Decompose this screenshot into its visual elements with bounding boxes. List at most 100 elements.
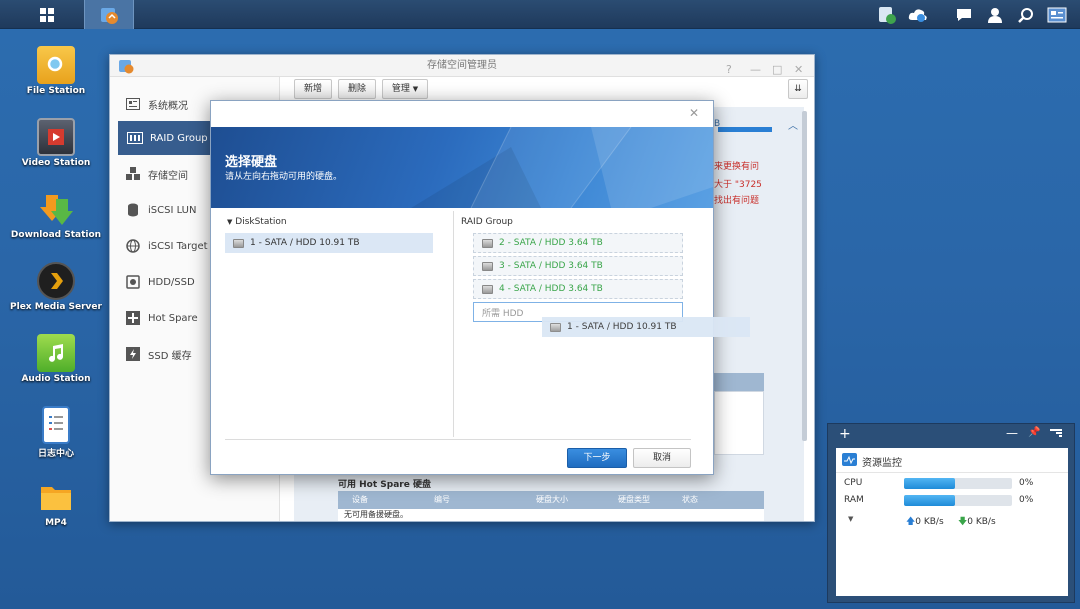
desktop-icon-file-station[interactable]: File Station <box>8 46 104 116</box>
download-arrow-icon <box>37 190 75 228</box>
cloud-sync-button[interactable] <box>907 4 929 26</box>
sidebar-item-label: HDD/SSD <box>148 276 195 288</box>
desktop-icon-plex[interactable]: Plex Media Server <box>8 262 104 332</box>
expand-caret-icon[interactable]: ▼ <box>848 515 853 523</box>
sidebar-item-label: RAID Group <box>150 132 208 144</box>
dialog-header-banner: 选择硬盘 请从左向右拖动可用的硬盘。 <box>211 127 713 208</box>
desktop-icon-log-center[interactable]: 日志中心 <box>8 406 104 476</box>
widgets-icon <box>1047 7 1067 23</box>
globe-icon <box>124 239 142 253</box>
widgets-button[interactable] <box>1046 4 1068 26</box>
pin-icon[interactable]: 📌 <box>1028 427 1040 438</box>
banner-decoration <box>411 127 713 208</box>
cloud-sync-icon <box>908 9 927 22</box>
delete-button[interactable]: 删除 <box>338 79 376 99</box>
desktop-icon-label: MP4 <box>45 518 67 528</box>
manage-label: 管理 <box>391 84 410 94</box>
add-widget-icon[interactable]: + <box>839 426 851 442</box>
capacity-bar <box>718 127 772 132</box>
storage-manager-task-button[interactable] <box>84 0 134 29</box>
collapse-chevron-icon[interactable]: ︿ <box>788 117 798 132</box>
scrollbar[interactable] <box>802 111 807 441</box>
grid-menu-icon <box>40 7 54 22</box>
cancel-button[interactable]: 取消 <box>633 448 691 468</box>
partial-table-header <box>714 373 764 391</box>
backup-status-icon <box>879 7 896 24</box>
diskstation-header[interactable]: ▼ DiskStation <box>227 217 287 227</box>
music-note-icon <box>37 334 75 372</box>
caret-down-icon: ▼ <box>412 85 419 93</box>
desktop-icon-label: Video Station <box>21 158 91 168</box>
diskstation-label: DiskStation <box>235 217 287 227</box>
available-disk-item[interactable]: 1 - SATA / HDD 10.91 TB <box>225 233 433 253</box>
desktop-icon-audio-station[interactable]: Audio Station <box>8 334 104 404</box>
download-value: 0 KB/s <box>967 517 996 527</box>
column-header: 硬盘类型 <box>618 495 650 504</box>
chat-bubble-icon <box>957 9 971 21</box>
desktop-icon-label: Audio Station <box>21 374 91 384</box>
disk-label: 1 - SATA / HDD 10.91 TB <box>567 322 677 332</box>
hdd-icon <box>482 261 493 271</box>
database-icon <box>124 203 142 217</box>
hot-spare-title: 可用 Hot Spare 硬盘 <box>338 480 431 490</box>
warning-note-3: 找出有问题 <box>714 196 760 206</box>
folder-icon <box>37 478 75 516</box>
desktop-icon-download-station[interactable]: Download Station <box>8 190 104 260</box>
upload-value: 0 KB/s <box>915 517 944 527</box>
raid-disk-item[interactable]: 2 - SATA / HDD 3.64 TB <box>473 233 683 253</box>
upload-arrow-icon: 🡅 <box>906 517 916 527</box>
notifications-button[interactable] <box>953 4 975 26</box>
column-header: 设备 <box>352 495 368 504</box>
select-disk-dialog: ✕ 选择硬盘 请从左向右拖动可用的硬盘。 ▼ DiskStation 1 - S… <box>210 100 750 475</box>
video-film-icon <box>37 118 75 156</box>
monitor-title: 资源监控 <box>862 458 902 469</box>
dialog-titlebar[interactable]: ✕ <box>211 101 713 127</box>
dragging-disk-item[interactable]: 1 - SATA / HDD 10.91 TB <box>542 317 750 337</box>
raid-disk-item[interactable]: 3 - SATA / HDD 3.64 TB <box>473 256 683 276</box>
upload-rate: 🡅0 KB/s <box>906 514 944 530</box>
monitor-chart-icon <box>842 453 857 466</box>
raid-disk-item[interactable]: 4 - SATA / HDD 3.64 TB <box>473 279 683 299</box>
sync-status-button[interactable] <box>876 4 898 26</box>
hdd-icon <box>482 284 493 294</box>
window-titlebar[interactable]: 存储空间管理员 ? — □ ✕ <box>110 55 814 77</box>
manage-dropdown-button[interactable]: 管理 ▼ <box>382 79 428 99</box>
desktop-icon-mp4-folder[interactable]: MP4 <box>8 478 104 548</box>
sidebar-item-label: iSCSI Target <box>148 240 208 252</box>
sidebar-item-label: SSD 缓存 <box>148 350 192 362</box>
sidebar-item-label: 存储空间 <box>148 170 188 182</box>
cpu-label: CPU <box>844 478 863 488</box>
desktop-icon-video-station[interactable]: Video Station <box>8 118 104 188</box>
user-button[interactable] <box>984 4 1006 26</box>
add-button[interactable]: 新增 <box>294 79 332 99</box>
desktop-icon-label: 日志中心 <box>37 449 74 459</box>
search-button[interactable] <box>1015 4 1037 26</box>
disk-label: 3 - SATA / HDD 3.64 TB <box>499 261 603 271</box>
dialog-title: 选择硬盘 <box>225 155 278 170</box>
column-divider <box>453 211 454 437</box>
widget-settings-icon[interactable] <box>1050 428 1062 438</box>
user-icon <box>988 8 1002 23</box>
column-header: 硬盘大小 <box>536 495 568 504</box>
sidebar-item-label: 系统概况 <box>148 100 188 112</box>
hot-spare-plus-icon <box>124 311 142 325</box>
sort-icon: ⇊ <box>794 84 802 94</box>
log-list-icon <box>42 406 70 444</box>
dialog-close-icon[interactable]: ✕ <box>689 106 699 120</box>
desktop-icon-label: File Station <box>26 86 86 96</box>
minimize-widget-icon[interactable]: — <box>1006 426 1018 440</box>
column-header: 状态 <box>682 495 698 504</box>
hdd-icon <box>482 238 493 248</box>
sidebar-item-label: iSCSI LUN <box>148 204 197 216</box>
main-menu-button[interactable] <box>22 0 72 29</box>
hot-spare-table-header: 设备 编号 硬盘大小 硬盘类型 状态 <box>338 491 764 509</box>
column-header: 编号 <box>434 495 450 504</box>
warning-note-2: 大于 "3725 <box>714 180 762 190</box>
raid-icon <box>126 131 144 145</box>
next-button[interactable]: 下一步 <box>567 448 627 468</box>
ram-label: RAM <box>844 495 864 505</box>
sort-button[interactable]: ⇊ <box>788 79 808 99</box>
watermark: 值 什么值得买 <box>912 566 1072 598</box>
hdd-icon <box>233 238 244 248</box>
cubes-icon <box>124 167 142 181</box>
